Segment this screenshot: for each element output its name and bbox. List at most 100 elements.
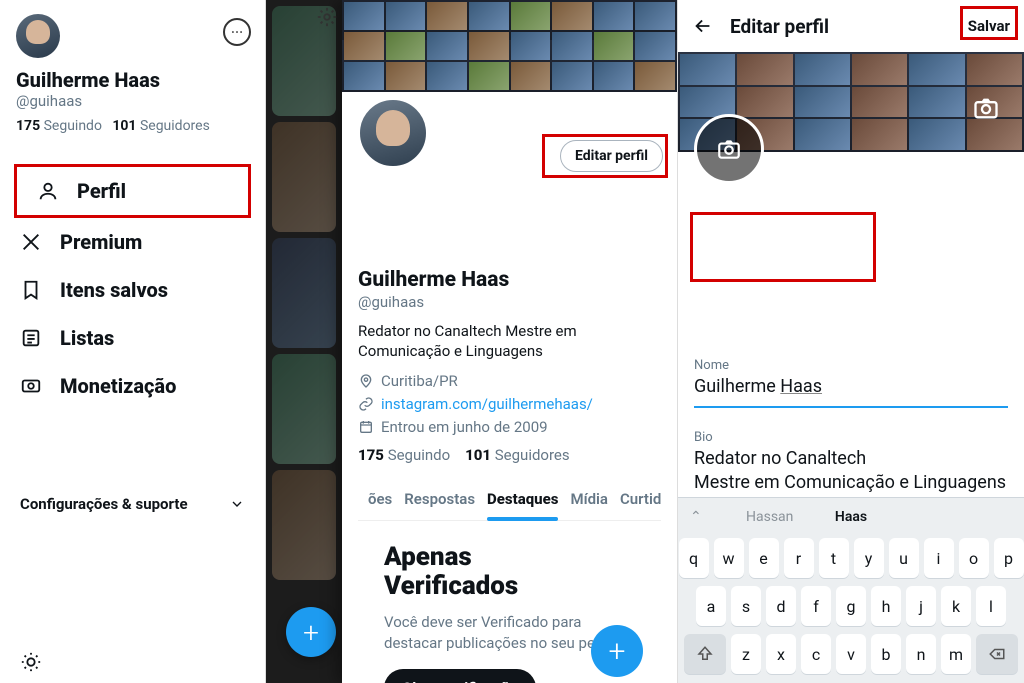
settings-support[interactable]: Configurações & suporte [0, 495, 265, 513]
verified-title-l2: Verificados [384, 571, 518, 601]
tab-replies[interactable]: Respostas [398, 478, 481, 520]
drawer-name: Guilherme Haas [16, 68, 249, 92]
drawer-handle: @guihaas [16, 92, 249, 110]
key-b[interactable]: b [871, 634, 901, 674]
bio-field[interactable]: Bio Redator no Canaltech Mestre em Comun… [694, 424, 1008, 503]
profile-joined-text: Entrou em junho de 2009 [381, 418, 548, 436]
highlight-name [690, 212, 876, 282]
menu-profile-label: Perfil [77, 179, 126, 203]
profile-avatar[interactable] [356, 96, 430, 170]
key-e[interactable]: e [749, 538, 779, 578]
menu-monetization[interactable]: Monetização [0, 362, 265, 410]
profile-card: Editar perfil Guilherme Haas @guihaas Re… [342, 0, 677, 683]
compose-fab[interactable]: + [286, 607, 336, 657]
drawer-followers-count: 101 [112, 118, 136, 134]
chevron-down-icon [229, 496, 245, 512]
list-icon [20, 327, 42, 349]
compose-fab-2[interactable]: + [591, 625, 643, 677]
profile-banner[interactable] [342, 0, 677, 92]
key-q[interactable]: q [679, 538, 709, 578]
key-y[interactable]: y [854, 538, 884, 578]
get-verified-button[interactable]: Obter verificação [384, 669, 536, 683]
x-icon [20, 231, 42, 253]
profile-followers-count: 101 [465, 446, 491, 464]
theme-icon[interactable] [20, 651, 42, 673]
profile-tabs: ões Respostas Destaques Mídia Curtid [358, 478, 661, 521]
menu-profile[interactable]: Perfil [17, 167, 248, 215]
menu-monetization-label: Monetização [60, 374, 176, 398]
camera-avatar-icon [716, 136, 742, 162]
avatar[interactable] [16, 14, 60, 58]
key-j[interactable]: j [906, 586, 936, 626]
profile-following-label: Seguindo [388, 446, 451, 464]
backspace-key[interactable] [976, 634, 1018, 674]
camera-banner-icon[interactable] [972, 94, 1000, 126]
settings-label: Configurações & suporte [20, 495, 188, 513]
key-z[interactable]: z [731, 634, 761, 674]
back-icon[interactable] [692, 15, 714, 37]
suggestion-2[interactable]: Haas [835, 509, 867, 525]
profile-name: Guilherme Haas [358, 268, 661, 292]
drawer-following-label: Seguindo [44, 118, 102, 134]
calendar-icon [358, 419, 374, 435]
suggestion-1[interactable]: Hassan [746, 509, 793, 525]
bookmark-icon [20, 279, 42, 301]
profile-followers-label: Seguidores [495, 446, 570, 464]
menu-premium[interactable]: Premium [0, 218, 265, 266]
key-u[interactable]: u [889, 538, 919, 578]
menu-lists-label: Listas [60, 326, 114, 350]
tab-highlights[interactable]: Destaques [481, 478, 564, 520]
key-f[interactable]: f [801, 586, 831, 626]
key-g[interactable]: g [836, 586, 866, 626]
profile-website[interactable]: instagram.com/guilhermehaas/ [358, 395, 661, 413]
key-t[interactable]: t [819, 538, 849, 578]
key-c[interactable]: c [801, 634, 831, 674]
name-label: Nome [694, 358, 1008, 373]
drawer-following-count: 175 [16, 118, 40, 134]
name-field[interactable]: Nome Guilherme Haas [694, 352, 1008, 408]
collapse-keyboard-icon[interactable]: ⌃ [690, 509, 702, 525]
tab-likes[interactable]: Curtid [614, 478, 667, 520]
key-w[interactable]: w [714, 538, 744, 578]
gear-icon[interactable] [316, 6, 338, 32]
more-accounts-icon[interactable] [223, 18, 251, 46]
name-value: Guilherme Haas [694, 375, 1008, 398]
drawer-stats[interactable]: 175 Seguindo 101 Seguidores [16, 118, 249, 134]
highlight-edit [542, 134, 668, 178]
key-n[interactable]: n [906, 634, 936, 674]
profile-handle: @guihaas [358, 293, 661, 311]
key-a[interactable]: a [696, 586, 726, 626]
keyboard[interactable]: ⌃ Hassan Haas qwertyuiop asdfghjkl zxcvb… [678, 497, 1024, 683]
location-icon [358, 373, 374, 389]
verified-title-l1: Apenas [384, 542, 472, 572]
highlight-save [960, 6, 1018, 40]
tab-posts[interactable]: ões [362, 478, 398, 520]
key-i[interactable]: i [924, 538, 954, 578]
profile-stats[interactable]: 175 Seguindo 101 Seguidores [358, 446, 661, 464]
link-icon [358, 396, 374, 412]
key-k[interactable]: k [941, 586, 971, 626]
key-h[interactable]: h [871, 586, 901, 626]
profile-website-link[interactable]: instagram.com/guilhermehaas/ [381, 395, 593, 413]
key-x[interactable]: x [766, 634, 796, 674]
profile-panel: + Editar perfil Guilherme Haas @guihaas … [265, 0, 678, 683]
key-s[interactable]: s [731, 586, 761, 626]
edit-avatar[interactable] [694, 114, 764, 184]
key-d[interactable]: d [766, 586, 796, 626]
drawer-followers-label: Seguidores [140, 118, 210, 134]
tab-media[interactable]: Mídia [564, 478, 614, 520]
profile-location-text: Curitiba/PR [381, 372, 458, 390]
key-v[interactable]: v [836, 634, 866, 674]
menu-bookmarks[interactable]: Itens salvos [0, 266, 265, 314]
edit-panel: Editar perfil Salvar Nome Guilherme Haas… [678, 0, 1024, 683]
key-m[interactable]: m [941, 634, 971, 674]
shift-key[interactable] [684, 634, 726, 674]
bio-value: Redator no Canaltech Mestre em Comunicaç… [694, 447, 1008, 494]
background-feed [266, 0, 342, 683]
menu-lists[interactable]: Listas [0, 314, 265, 362]
profile-location: Curitiba/PR [358, 372, 661, 390]
key-l[interactable]: l [976, 586, 1006, 626]
key-p[interactable]: p [994, 538, 1024, 578]
key-o[interactable]: o [959, 538, 989, 578]
key-r[interactable]: r [784, 538, 814, 578]
